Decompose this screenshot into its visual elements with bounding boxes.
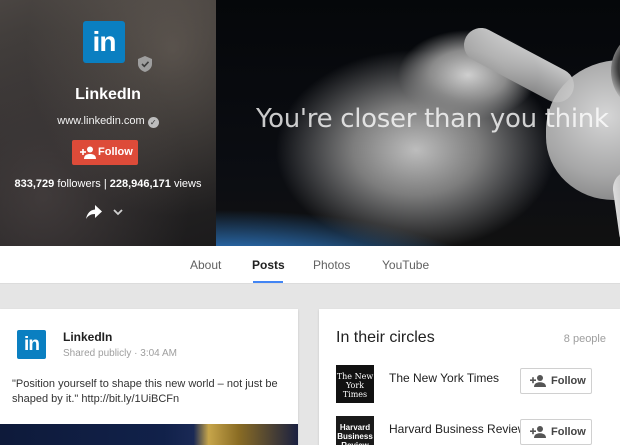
circle-follow-label: Follow bbox=[551, 426, 586, 438]
tab-about[interactable]: About bbox=[190, 258, 221, 272]
views-count: 228,946,171 bbox=[109, 178, 171, 190]
add-person-icon bbox=[80, 146, 96, 159]
company-name: LinkedIn bbox=[75, 86, 141, 103]
linkedin-logo[interactable]: in bbox=[83, 21, 125, 63]
tab-posts[interactable]: Posts bbox=[252, 258, 285, 272]
post-author-avatar[interactable]: in bbox=[17, 330, 46, 359]
add-person-icon bbox=[530, 375, 546, 387]
post-visibility[interactable]: Shared publicly bbox=[63, 348, 131, 359]
profile-tabs: About Posts Photos YouTube bbox=[0, 246, 620, 284]
circles-title: In their circles bbox=[336, 329, 435, 346]
post-author-name[interactable]: LinkedIn bbox=[63, 330, 112, 344]
circle-item: The New York Times The New York Times Fo… bbox=[319, 365, 620, 409]
followers-count: 833,729 bbox=[14, 178, 55, 190]
tab-photos[interactable]: Photos bbox=[313, 258, 350, 272]
post-meta-dot: · bbox=[134, 348, 138, 359]
website-link[interactable]: www.linkedin.com ✓ bbox=[0, 115, 216, 128]
chevron-down-icon[interactable] bbox=[113, 207, 123, 217]
circle-follow-button[interactable]: Follow bbox=[520, 419, 592, 445]
circle-name[interactable]: Harvard Business Review bbox=[389, 422, 526, 436]
post-time[interactable]: 3:04 AM bbox=[140, 348, 177, 359]
add-person-icon bbox=[530, 426, 546, 438]
post-image[interactable] bbox=[0, 424, 298, 445]
post-card: in LinkedIn Shared publicly · 3:04 AM "P… bbox=[0, 309, 298, 445]
website-url[interactable]: www.linkedin.com bbox=[57, 115, 144, 127]
nyt-avatar[interactable]: The New York Times bbox=[336, 365, 374, 403]
post-text: "Position yourself to shape this new wor… bbox=[12, 378, 278, 405]
circle-name[interactable]: The New York Times bbox=[389, 371, 499, 385]
cover-tagline: You're closer than you think bbox=[256, 104, 609, 134]
profile-pane: in LinkedIn www.linkedin.com ✓ Follow 833… bbox=[0, 0, 216, 246]
circle-item: Harvard Business Review Harvard Business… bbox=[319, 416, 620, 445]
verified-shield-icon bbox=[138, 56, 152, 72]
circle-follow-button[interactable]: Follow bbox=[520, 368, 592, 394]
verified-check-icon: ✓ bbox=[147, 117, 159, 128]
stats-separator: | bbox=[103, 178, 107, 190]
views-label: views bbox=[173, 178, 202, 190]
tab-youtube[interactable]: YouTube bbox=[382, 258, 429, 272]
profile-stats: 833,729 followers | 228,946,171 views bbox=[0, 178, 216, 190]
hbr-avatar[interactable]: Harvard Business Review bbox=[336, 416, 374, 445]
follow-button[interactable]: Follow bbox=[72, 140, 138, 165]
share-arrow-icon[interactable] bbox=[86, 205, 102, 219]
circles-card: In their circles 8 people The New York T… bbox=[319, 309, 620, 445]
circle-follow-label: Follow bbox=[551, 375, 586, 387]
follow-label: Follow bbox=[98, 146, 133, 158]
profile-header: in LinkedIn www.linkedin.com ✓ Follow 833… bbox=[0, 0, 620, 246]
circles-count[interactable]: 8 people bbox=[564, 333, 606, 345]
followers-label: followers bbox=[57, 178, 101, 190]
post-meta: Shared publicly · 3:04 AM bbox=[63, 348, 177, 359]
active-tab-indicator bbox=[253, 281, 283, 283]
